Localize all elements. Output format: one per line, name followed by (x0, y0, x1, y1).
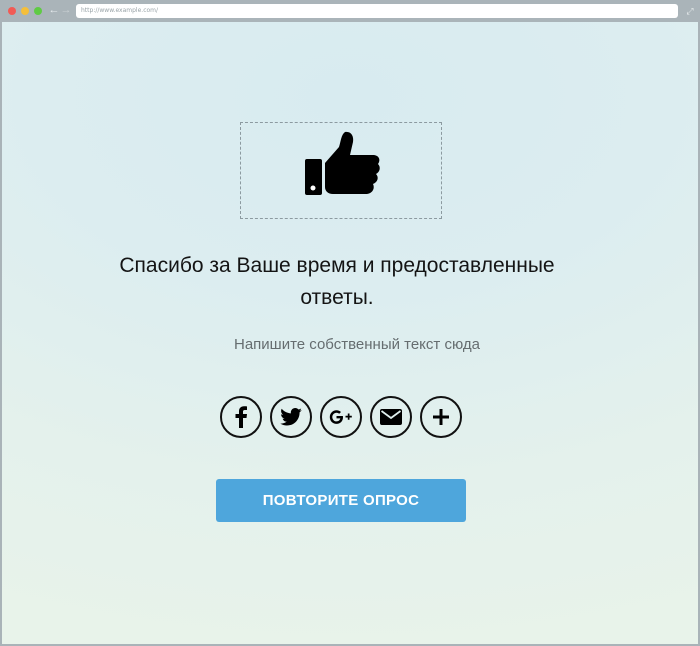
expand-icon[interactable]: ⤢ (684, 4, 696, 18)
thank-you-headline: Спасибо за Ваше время и предоставленные … (42, 250, 632, 314)
plus-icon (433, 409, 449, 425)
google-plus-share-button[interactable] (320, 396, 362, 438)
facebook-icon (235, 406, 247, 428)
more-share-button[interactable] (420, 396, 462, 438)
twitter-icon (280, 408, 302, 426)
headline-line-2: ответы. (300, 286, 374, 309)
forward-arrow-icon[interactable]: → (60, 3, 72, 17)
address-bar[interactable]: http://www.example.com/ (76, 4, 678, 18)
icon-placeholder-box[interactable] (240, 122, 442, 219)
thumbs-up-icon (305, 131, 380, 195)
headline-line-1: Спасибо за Ваше время и предоставленные (119, 254, 555, 277)
close-window-dot[interactable] (8, 7, 16, 15)
maximize-window-dot[interactable] (34, 7, 42, 15)
minimize-window-dot[interactable] (21, 7, 29, 15)
google-plus-icon (329, 410, 352, 424)
retry-survey-button[interactable]: ПОВТОРИТЕ ОПРОС (216, 479, 466, 522)
social-share-row (220, 396, 470, 438)
back-arrow-icon[interactable]: ← (48, 3, 60, 17)
page-viewport: Спасибо за Ваше время и предоставленные … (2, 22, 698, 644)
facebook-share-button[interactable] (220, 396, 262, 438)
browser-chrome: ← → http://www.example.com/ ⤢ (0, 0, 700, 22)
email-icon (380, 409, 402, 425)
email-share-button[interactable] (370, 396, 412, 438)
twitter-share-button[interactable] (270, 396, 312, 438)
custom-text: Напишите собственный текст сюда (234, 336, 480, 353)
